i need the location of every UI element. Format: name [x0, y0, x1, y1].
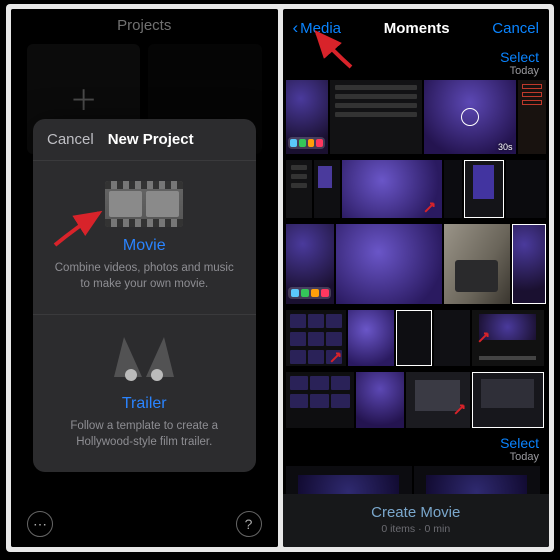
trailer-option-title: Trailer [51, 395, 238, 413]
section-date: Today [510, 451, 539, 463]
media-thumbnail[interactable] [286, 160, 312, 218]
media-thumbnail[interactable] [506, 160, 546, 218]
back-media-button[interactable]: ‹ Media [293, 18, 342, 38]
trailer-option-desc: Follow a template to create a Hollywood-… [51, 419, 238, 450]
movie-option[interactable]: Movie Combine videos, photos and music t… [33, 161, 256, 314]
moments-title: Moments [384, 20, 450, 37]
media-thumbnail[interactable] [356, 372, 404, 428]
media-thumbnail[interactable] [286, 310, 346, 366]
media-thumbnail[interactable] [336, 224, 442, 304]
left-screenshot: Projects ＋ Cancel New Project Movie Comb… [11, 9, 278, 547]
media-thumbnail[interactable] [472, 372, 544, 428]
create-movie-subtitle: 0 items · 0 min [283, 523, 550, 535]
media-thumbnail[interactable] [330, 80, 422, 154]
section-date: Today [510, 65, 539, 77]
media-thumbnail[interactable] [314, 160, 340, 218]
cancel-button[interactable]: Cancel [33, 131, 108, 148]
media-thumbnail[interactable] [464, 160, 504, 218]
help-button[interactable]: ? [236, 511, 262, 537]
media-thumbnail[interactable] [444, 160, 462, 218]
media-thumbnail[interactable] [396, 310, 432, 366]
movie-option-title: Movie [51, 237, 238, 255]
media-thumbnail[interactable] [286, 372, 354, 428]
media-thumbnail[interactable] [434, 310, 470, 366]
media-thumbnail-video[interactable] [424, 80, 516, 154]
sheet-title: New Project [108, 131, 214, 148]
trailer-option[interactable]: Trailer Follow a template to create a Ho… [33, 314, 256, 472]
select-button[interactable]: Select [500, 435, 539, 451]
select-button[interactable]: Select [500, 49, 539, 65]
media-thumbnail[interactable] [512, 224, 546, 304]
more-button[interactable]: ⋯ [27, 511, 53, 537]
spotlight-icon [109, 335, 179, 385]
filmstrip-icon [105, 181, 183, 227]
create-movie-bar[interactable]: Create Movie 0 items · 0 min [283, 494, 550, 547]
media-thumbnail[interactable] [518, 80, 546, 154]
media-thumbnail[interactable] [406, 372, 470, 428]
create-movie-title: Create Movie [283, 504, 550, 521]
right-screenshot: ‹ Media Moments Cancel Select Today [283, 9, 550, 547]
cancel-button[interactable]: Cancel [492, 20, 539, 37]
media-thumbnail[interactable] [472, 310, 544, 366]
media-thumbnail[interactable] [348, 310, 394, 366]
media-thumbnail[interactable] [286, 80, 328, 154]
new-project-sheet: Cancel New Project Movie Combine videos,… [33, 119, 256, 472]
back-label: Media [300, 20, 341, 37]
chevron-left-icon: ‹ [293, 18, 299, 38]
media-thumbnail[interactable] [286, 224, 334, 304]
movie-option-desc: Combine videos, photos and music to make… [51, 261, 238, 292]
media-thumbnail[interactable] [444, 224, 510, 304]
media-thumbnail[interactable] [342, 160, 442, 218]
